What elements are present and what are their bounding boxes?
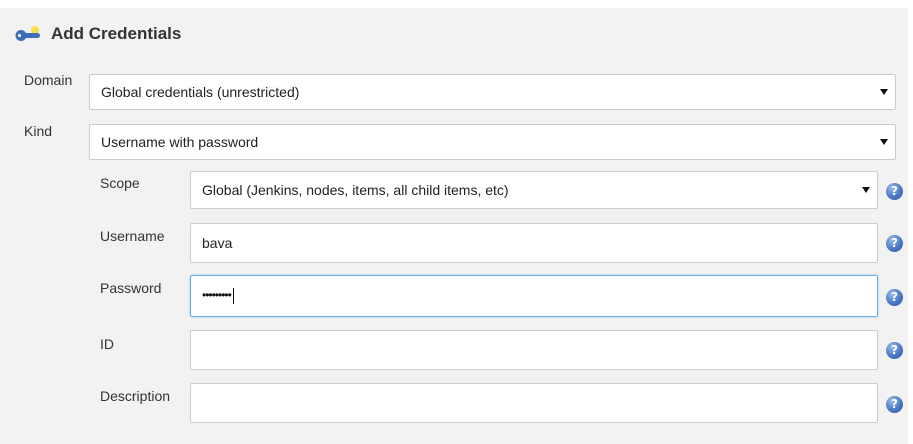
credentials-panel: Add Credentials Domain Global credential… <box>0 8 908 444</box>
description-help-icon[interactable]: ? <box>886 396 903 413</box>
username-label: Username <box>100 228 165 244</box>
password-field[interactable]: ••••••••• <box>190 275 878 317</box>
scope-help-icon[interactable]: ? <box>886 183 903 200</box>
id-label: ID <box>100 336 114 352</box>
password-masked-value: ••••••••• <box>202 288 232 302</box>
kind-label: Kind <box>24 123 53 139</box>
kind-select[interactable]: Username with password <box>89 124 896 160</box>
chevron-down-icon <box>880 139 888 145</box>
chevron-down-icon <box>880 89 888 95</box>
scope-select-value: Global (Jenkins, nodes, items, all child… <box>202 182 509 198</box>
panel-header: Add Credentials <box>14 22 181 46</box>
scope-label: Scope <box>100 175 140 191</box>
kind-select-value: Username with password <box>101 134 259 150</box>
id-help-icon[interactable]: ? <box>886 342 903 359</box>
id-field[interactable] <box>190 330 878 370</box>
username-field[interactable]: bava <box>190 223 878 263</box>
password-label: Password <box>100 280 162 296</box>
scope-select[interactable]: Global (Jenkins, nodes, items, all child… <box>190 171 878 209</box>
username-help-icon[interactable]: ? <box>886 235 903 252</box>
username-value: bava <box>202 235 233 251</box>
domain-select[interactable]: Global credentials (unrestricted) <box>89 74 896 110</box>
password-help-icon[interactable]: ? <box>886 289 903 306</box>
domain-label: Domain <box>24 72 73 88</box>
description-label: Description <box>100 388 171 404</box>
chevron-down-icon <box>862 187 870 193</box>
key-icon <box>15 26 40 41</box>
text-cursor <box>232 288 234 304</box>
description-field[interactable] <box>190 383 878 423</box>
page-title: Add Credentials <box>51 24 182 43</box>
domain-select-value: Global credentials (unrestricted) <box>101 84 300 100</box>
